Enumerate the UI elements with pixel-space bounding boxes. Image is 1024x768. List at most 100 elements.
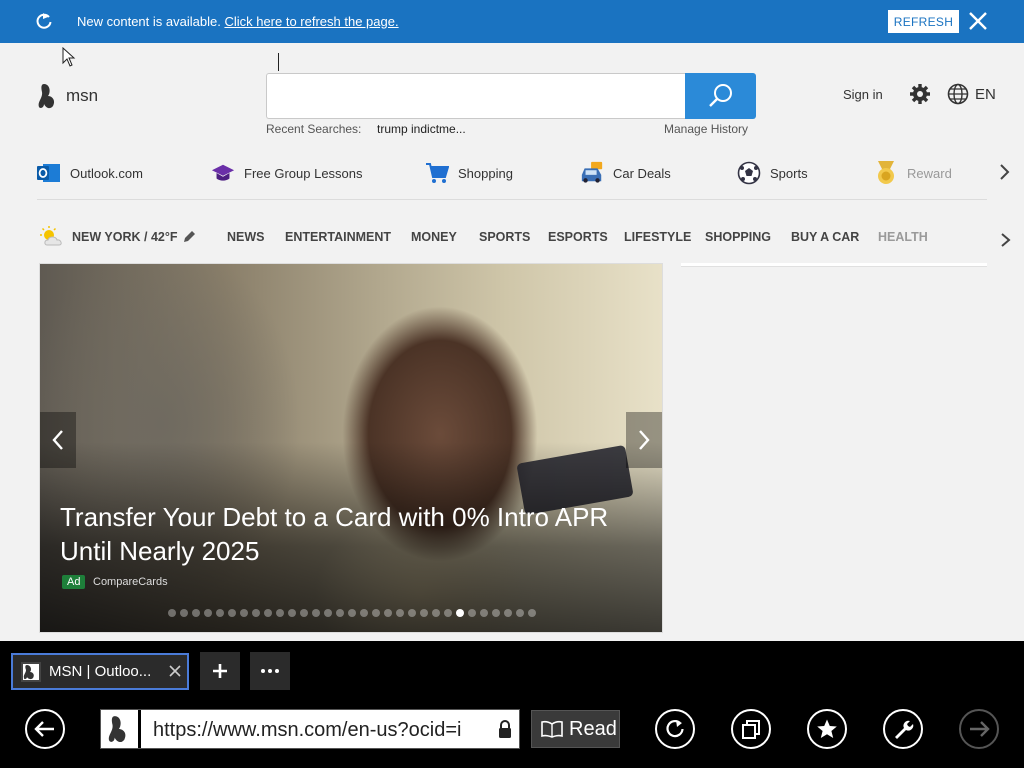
carousel-dot[interactable] [504,609,512,617]
quick-link-car-deals[interactable]: Car Deals [580,157,671,189]
plus-icon [213,664,227,678]
favorites-button[interactable] [807,709,847,749]
ellipsis-icon [261,669,279,673]
address-bar[interactable]: https://www.msn.com/en-us?ocid=i [100,709,520,749]
carousel-dot[interactable] [396,609,404,617]
search-button[interactable] [685,73,756,119]
nav-health[interactable]: HEALTH [878,230,928,244]
nav-shopping[interactable]: SHOPPING [705,230,771,244]
carousel-dot[interactable] [324,609,332,617]
carousel-dot[interactable] [408,609,416,617]
carousel-dot[interactable] [348,609,356,617]
carousel-dot[interactable] [480,609,488,617]
tab-options-button[interactable] [250,652,290,690]
carousel-dot[interactable] [384,609,392,617]
msn-logo[interactable]: msn [38,82,98,110]
notification-bar: New content is available. Click here to … [0,0,1024,43]
quick-link-label: Free Group Lessons [244,165,363,181]
back-button[interactable] [25,709,65,749]
quick-link-reward[interactable]: Reward [874,157,952,189]
chevron-right-icon [639,430,650,450]
carousel-dot[interactable] [180,609,188,617]
carousel-next-button[interactable] [626,412,662,468]
carousel-dot[interactable] [204,609,212,617]
carousel-dot[interactable] [336,609,344,617]
carousel-dot[interactable] [468,609,476,617]
refresh-page-button[interactable] [655,709,695,749]
weather-widget[interactable]: NEW YORK / 42°F [39,226,196,248]
forward-button[interactable] [959,709,999,749]
carousel-prev-button[interactable] [40,412,76,468]
notification-text: New content is available. [77,14,221,29]
carousel-dot[interactable] [264,609,272,617]
carousel-dot[interactable] [492,609,500,617]
close-icon[interactable] [966,9,990,33]
url-text[interactable]: https://www.msn.com/en-us?ocid=i [153,719,485,742]
nav-esports[interactable]: ESPORTS [548,230,608,244]
quick-link-outlook[interactable]: Outlook.com [37,157,143,189]
lock-icon[interactable] [496,719,514,741]
butterfly-icon [23,665,34,680]
carousel-dot[interactable] [444,609,452,617]
globe-icon[interactable] [947,83,969,105]
carousel-dot[interactable] [300,609,308,617]
nav-lifestyle[interactable]: LIFESTYLE [624,230,691,244]
manage-history-link[interactable]: Manage History [664,122,748,136]
hero-headline[interactable]: Transfer Your Debt to a Card with 0% Int… [60,500,620,568]
graduation-cap-icon [211,161,235,185]
carousel-dot[interactable] [252,609,260,617]
quick-link-free-group-lessons[interactable]: Free Group Lessons [211,157,363,189]
page-tools-button[interactable] [883,709,923,749]
carousel-dot[interactable] [360,609,368,617]
carousel-dot[interactable] [228,609,236,617]
tab-switcher-button[interactable] [731,709,771,749]
carousel-dot[interactable] [372,609,380,617]
sign-in-link[interactable]: Sign in [843,87,883,102]
wrench-icon [895,720,914,739]
carousel-dot[interactable] [312,609,320,617]
carousel-dot[interactable] [168,609,176,617]
arrow-right-icon [970,721,990,737]
gear-icon[interactable] [909,83,931,105]
pencil-icon[interactable] [182,230,196,244]
mouse-cursor-icon [62,47,76,67]
brand-name: msn [66,86,99,105]
soccer-ball-icon [737,161,761,185]
carousel-dot[interactable] [192,609,200,617]
refresh-page-link[interactable]: Click here to refresh the page. [224,14,398,29]
carousel-dot[interactable] [216,609,224,617]
carousel-dot[interactable] [516,609,524,617]
nav-sports[interactable]: SPORTS [479,230,530,244]
carousel-dot[interactable] [456,609,464,617]
reading-view-button[interactable]: Read [531,710,620,748]
tab-title: MSN | Outloo... [49,663,152,680]
quick-link-shopping[interactable]: Shopping [425,157,513,189]
carousel-dot[interactable] [288,609,296,617]
outlook-icon [37,161,61,185]
nav-buy-a-car[interactable]: BUY A CAR [791,230,859,244]
nav-money[interactable]: MONEY [411,230,457,244]
carousel-dot[interactable] [420,609,428,617]
carousel-dot[interactable] [240,609,248,617]
hero-carousel[interactable]: Transfer Your Debt to a Card with 0% Int… [39,263,663,633]
refresh-button[interactable]: REFRESH [888,10,959,33]
search-input[interactable] [266,73,686,119]
nav-entertainment[interactable]: ENTERTAINMENT [285,230,391,244]
chevron-left-icon [52,430,63,450]
browser-tab[interactable]: MSN | Outloo... [11,653,189,690]
chevron-right-icon[interactable] [996,162,1014,182]
recent-search-item[interactable]: trump indictme... [377,122,466,136]
book-icon [541,720,563,738]
pages-icon [742,720,760,739]
carousel-dot[interactable] [432,609,440,617]
new-tab-button[interactable] [200,652,240,690]
side-panel [681,263,987,267]
refresh-icon[interactable] [34,11,54,31]
chevron-right-icon[interactable] [998,230,1014,250]
carousel-dot[interactable] [276,609,284,617]
nav-news[interactable]: NEWS [227,230,265,244]
quick-link-sports[interactable]: Sports [737,157,808,189]
close-tab-icon[interactable] [167,663,183,679]
language-selector[interactable]: EN [975,86,996,103]
carousel-dot[interactable] [528,609,536,617]
